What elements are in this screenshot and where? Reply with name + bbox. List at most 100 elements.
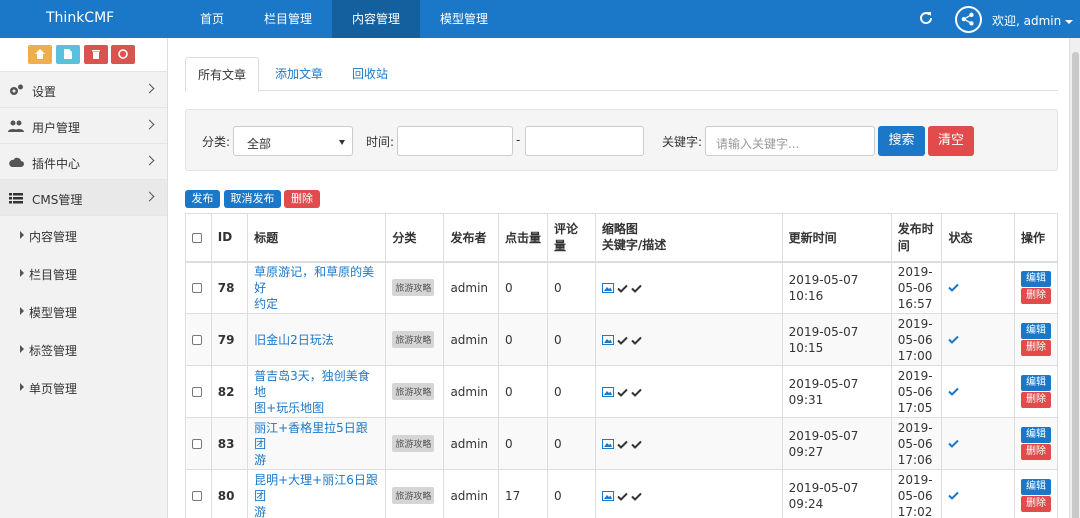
sidebar-sub-content[interactable]: 内容管理 <box>0 216 167 254</box>
sidebar-sub-tags[interactable]: 标签管理 <box>0 330 167 368</box>
sidebar-item-plugins[interactable]: 插件中心 <box>0 144 167 180</box>
row-id: 78 <box>210 261 249 314</box>
header-select-all <box>185 213 212 263</box>
row-checkbox[interactable] <box>192 283 202 294</box>
caret-right-icon <box>20 383 24 391</box>
top-nav: 首页 栏目管理 内容管理 模型管理 <box>180 0 508 38</box>
unpublish-button[interactable]: 取消发布 <box>224 190 281 208</box>
publish-button[interactable]: 发布 <box>185 190 220 208</box>
recycle-icon <box>118 49 128 59</box>
nav-category[interactable]: 栏目管理 <box>244 0 332 38</box>
row-status <box>941 365 1015 418</box>
row-delete-button[interactable]: 删除 <box>1021 340 1051 356</box>
check-icon <box>631 336 642 345</box>
nav-content[interactable]: 内容管理 <box>332 0 421 38</box>
title-line: 游 <box>254 452 267 467</box>
image-icon <box>601 387 614 397</box>
nav-home[interactable]: 首页 <box>180 0 244 38</box>
sidebar-sub-pages[interactable]: 单页管理 <box>0 368 167 406</box>
file-shortcut-button[interactable] <box>56 45 80 64</box>
category-tag[interactable]: 旅游攻略 <box>392 487 435 504</box>
row-clicks: 0 <box>498 417 549 470</box>
row-published: 2019-05-06 17:02 <box>890 469 943 518</box>
row-thumb-keywords <box>594 261 783 314</box>
row-checkbox[interactable] <box>192 439 202 449</box>
article-title-link[interactable]: 旧金山2日玩法 <box>254 333 334 347</box>
sidebar-sub-label: 内容管理 <box>29 230 78 244</box>
recycle-shortcut-button[interactable] <box>111 45 135 64</box>
category-select[interactable]: 全部 <box>233 126 353 156</box>
article-title-link[interactable]: 普吉岛3天，独创美食地 图+玩乐地图 <box>254 369 370 415</box>
category-tag[interactable]: 旅游攻略 <box>392 435 435 452</box>
avatar[interactable] <box>955 6 982 33</box>
top-navbar: ThinkCMF 首页 栏目管理 内容管理 模型管理 欢迎, admin <box>0 0 1080 38</box>
title-line: 约定 <box>254 296 279 311</box>
row-delete-button[interactable]: 删除 <box>1021 392 1051 408</box>
sidebar-item-users[interactable]: 用户管理 <box>0 108 167 144</box>
row-updated: 2019-05-07 09:31 <box>781 365 892 418</box>
start-time-input[interactable] <box>397 126 513 156</box>
header-updated: 更新时间 <box>781 213 892 263</box>
row-select-cell <box>185 469 212 518</box>
row-checkbox[interactable] <box>192 491 202 501</box>
row-category: 旅游攻略 <box>385 313 445 366</box>
sidebar: 设置 用户管理 插件中心 CMS管理 内容管理 栏目管理 模型管理 标签管理 单… <box>0 38 168 518</box>
table-row: 80 昆明+大理+丽江6日跟团游旅游攻略 admin 17 0 2019-05-07 09:… <box>185 469 1058 518</box>
sidebar-item-cms[interactable]: CMS管理 <box>0 180 167 216</box>
sidebar-sub-category[interactable]: 栏目管理 <box>0 254 167 292</box>
row-checkbox[interactable] <box>192 387 202 397</box>
article-id: 79 <box>217 332 235 347</box>
row-actions: 编辑 删除 <box>1014 417 1058 470</box>
row-thumb-keywords <box>594 417 783 470</box>
row-checkbox[interactable] <box>192 335 202 345</box>
check-icon <box>617 492 628 501</box>
refresh-icon[interactable] <box>918 10 934 26</box>
scrollbar[interactable] <box>1069 38 1080 518</box>
keyword-input[interactable]: 请输入关键字... <box>705 126 875 156</box>
article-title-link[interactable]: 昆明+大理+丽江6日跟团游 <box>254 473 378 518</box>
row-delete-button[interactable]: 删除 <box>1021 288 1051 305</box>
article-title-link[interactable]: 草原游记，和草原的美好 约定 <box>254 265 374 311</box>
row-category: 旅游攻略 <box>385 365 445 418</box>
status-check-icon <box>948 283 960 292</box>
edit-button[interactable]: 编辑 <box>1021 427 1051 443</box>
title-line: 丽江+香格里拉5日跟团 <box>254 420 368 451</box>
tab-add-article[interactable]: 添加文章 <box>263 57 335 91</box>
edit-button[interactable]: 编辑 <box>1021 271 1051 288</box>
row-status <box>941 313 1015 366</box>
trash-shortcut-button[interactable] <box>84 45 108 64</box>
caret-down-icon <box>1065 19 1074 24</box>
end-time-input[interactable] <box>525 126 644 156</box>
status-check-icon <box>948 335 960 344</box>
row-delete-button[interactable]: 删除 <box>1021 496 1051 512</box>
updated-time: 09:27 <box>788 444 824 459</box>
edit-button[interactable]: 编辑 <box>1021 375 1051 391</box>
sidebar-item-settings[interactable]: 设置 <box>0 72 167 108</box>
row-category: 旅游攻略 <box>385 261 445 314</box>
nav-model[interactable]: 模型管理 <box>420 0 508 38</box>
tab-recycle-bin[interactable]: 回收站 <box>340 57 400 91</box>
time-label: 时间: <box>366 135 395 149</box>
sidebar-item-label: CMS管理 <box>32 193 83 207</box>
article-title-link[interactable]: 丽江+香格里拉5日跟团游 <box>254 421 368 467</box>
search-button[interactable]: 搜索 <box>878 126 925 156</box>
category-tag[interactable]: 旅游攻略 <box>392 383 435 400</box>
category-tag[interactable]: 旅游攻略 <box>392 279 435 297</box>
user-menu[interactable]: 欢迎, admin <box>992 12 1074 29</box>
edit-button[interactable]: 编辑 <box>1021 323 1051 339</box>
brand-logo[interactable]: ThinkCMF <box>46 10 114 26</box>
select-all-checkbox[interactable] <box>192 232 202 243</box>
sidebar-sub-model[interactable]: 模型管理 <box>0 292 167 330</box>
home-shortcut-button[interactable] <box>28 45 52 64</box>
clear-button[interactable]: 清空 <box>928 126 974 156</box>
edit-button[interactable]: 编辑 <box>1021 479 1051 495</box>
tab-all-articles[interactable]: 所有文章 <box>185 57 260 92</box>
article-id: 82 <box>217 384 235 399</box>
delete-button[interactable]: 删除 <box>284 190 320 208</box>
row-delete-button[interactable]: 删除 <box>1021 444 1051 460</box>
row-comments: 0 <box>547 417 596 470</box>
updated-time: 09:24 <box>788 496 824 511</box>
category-tag[interactable]: 旅游攻略 <box>392 331 435 348</box>
row-clicks: 0 <box>498 261 549 314</box>
scrollbar-thumb[interactable] <box>1072 52 1079 518</box>
